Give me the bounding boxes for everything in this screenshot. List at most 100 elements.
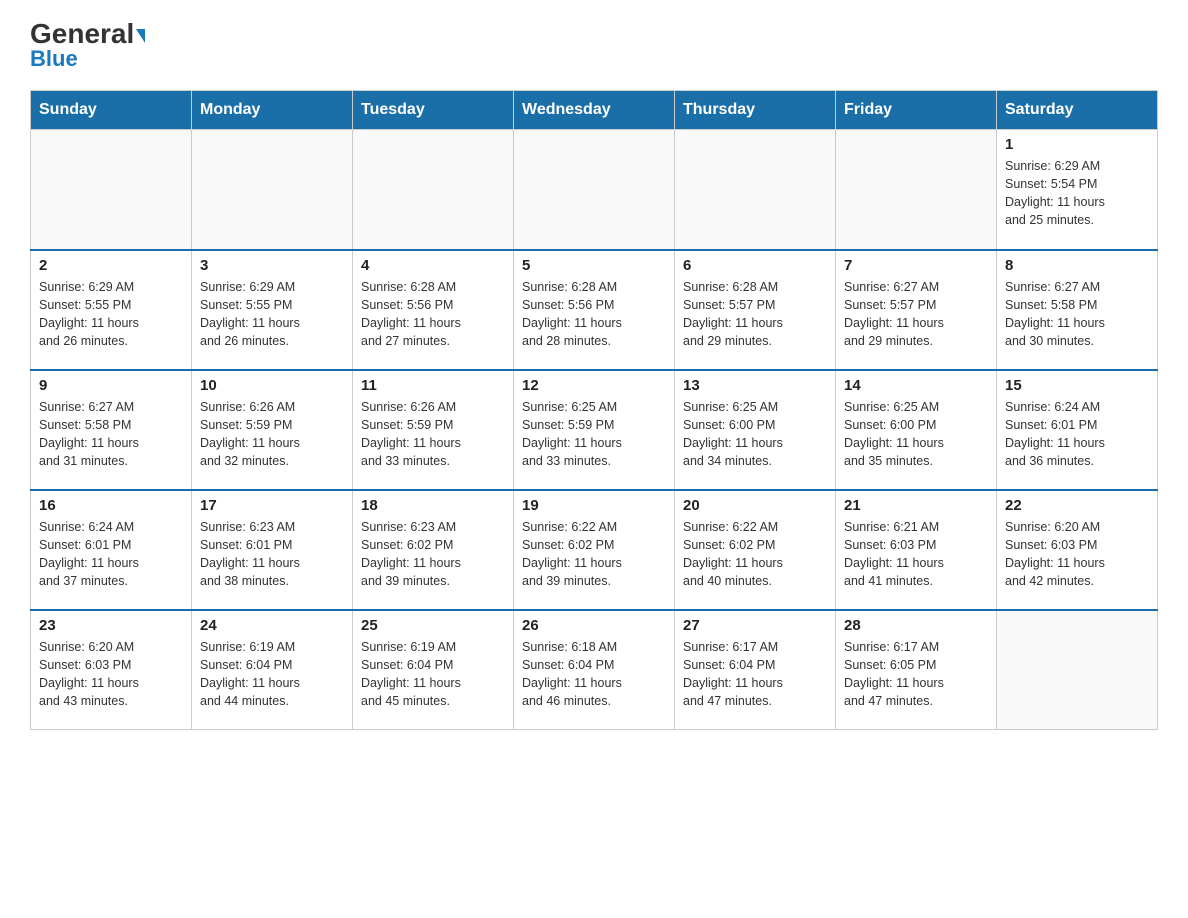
calendar-cell xyxy=(836,130,997,250)
day-info: Sunrise: 6:24 AMSunset: 6:01 PMDaylight:… xyxy=(1005,398,1149,471)
day-info: Sunrise: 6:26 AMSunset: 5:59 PMDaylight:… xyxy=(361,398,505,471)
calendar-cell: 27 Sunrise: 6:17 AMSunset: 6:04 PMDayligh… xyxy=(675,610,836,730)
day-info: Sunrise: 6:19 AMSunset: 6:04 PMDaylight:… xyxy=(361,638,505,711)
day-number: 2 xyxy=(39,257,183,274)
calendar-cell: 17 Sunrise: 6:23 AMSunset: 6:01 PMDayligh… xyxy=(192,490,353,610)
calendar-cell: 24 Sunrise: 6:19 AMSunset: 6:04 PMDayligh… xyxy=(192,610,353,730)
day-number: 6 xyxy=(683,257,827,274)
day-info: Sunrise: 6:22 AMSunset: 6:02 PMDaylight:… xyxy=(683,518,827,591)
calendar-cell: 7Sunrise: 6:27 AMSunset: 5:57 PMDaylight… xyxy=(836,250,997,370)
day-info: Sunrise: 6:27 AMSunset: 5:58 PMDaylight:… xyxy=(39,398,183,471)
calendar-cell: 25 Sunrise: 6:19 AMSunset: 6:04 PMDayligh… xyxy=(353,610,514,730)
day-number: 10 xyxy=(200,377,344,394)
calendar-cell: 16 Sunrise: 6:24 AMSunset: 6:01 PMDayligh… xyxy=(31,490,192,610)
day-info: Sunrise: 6:25 AMSunset: 6:00 PMDaylight:… xyxy=(844,398,988,471)
calendar-cell: 8 Sunrise: 6:27 AMSunset: 5:58 PMDaylight… xyxy=(997,250,1158,370)
calendar-cell: 11 Sunrise: 6:26 AMSunset: 5:59 PMDayligh… xyxy=(353,370,514,490)
day-number: 4 xyxy=(361,257,505,274)
day-number: 3 xyxy=(200,257,344,274)
weekday-header-wednesday: Wednesday xyxy=(514,91,675,130)
logo-general-text: General xyxy=(30,20,145,48)
calendar-cell: 14 Sunrise: 6:25 AMSunset: 6:00 PMDayligh… xyxy=(836,370,997,490)
logo: General Blue xyxy=(30,20,145,72)
day-info: Sunrise: 6:25 AMSunset: 5:59 PMDaylight:… xyxy=(522,398,666,471)
day-info: Sunrise: 6:27 AMSunset: 5:58 PMDaylight:… xyxy=(1005,278,1149,351)
day-number: 15 xyxy=(1005,377,1149,394)
calendar-cell: 19 Sunrise: 6:22 AMSunset: 6:02 PMDayligh… xyxy=(514,490,675,610)
logo-blue-text: Blue xyxy=(30,46,78,72)
page-header: General Blue xyxy=(30,20,1158,72)
day-info: Sunrise: 6:17 AMSunset: 6:04 PMDaylight:… xyxy=(683,638,827,711)
day-info: Sunrise: 6:25 AMSunset: 6:00 PMDaylight:… xyxy=(683,398,827,471)
calendar-cell: 4 Sunrise: 6:28 AMSunset: 5:56 PMDaylight… xyxy=(353,250,514,370)
calendar-cell: 1Sunrise: 6:29 AMSunset: 5:54 PMDaylight… xyxy=(997,130,1158,250)
calendar-cell: 2Sunrise: 6:29 AMSunset: 5:55 PMDaylight… xyxy=(31,250,192,370)
day-number: 19 xyxy=(522,497,666,514)
day-info: Sunrise: 6:28 AMSunset: 5:56 PMDaylight:… xyxy=(361,278,505,351)
calendar-cell: 23 Sunrise: 6:20 AMSunset: 6:03 PMDayligh… xyxy=(31,610,192,730)
calendar-cell: 6 Sunrise: 6:28 AMSunset: 5:57 PMDaylight… xyxy=(675,250,836,370)
calendar-cell xyxy=(31,130,192,250)
day-number: 1 xyxy=(1005,136,1149,153)
day-number: 25 xyxy=(361,617,505,634)
day-number: 18 xyxy=(361,497,505,514)
logo-triangle-icon xyxy=(136,29,145,43)
day-number: 21 xyxy=(844,497,988,514)
day-info: Sunrise: 6:20 AMSunset: 6:03 PMDaylight:… xyxy=(39,638,183,711)
day-info: Sunrise: 6:27 AMSunset: 5:57 PMDaylight:… xyxy=(844,278,988,351)
weekday-header-tuesday: Tuesday xyxy=(353,91,514,130)
day-number: 16 xyxy=(39,497,183,514)
day-number: 22 xyxy=(1005,497,1149,514)
calendar-cell: 28Sunrise: 6:17 AMSunset: 6:05 PMDayligh… xyxy=(836,610,997,730)
calendar-cell xyxy=(192,130,353,250)
day-info: Sunrise: 6:23 AMSunset: 6:01 PMDaylight:… xyxy=(200,518,344,591)
calendar-cell: 3 Sunrise: 6:29 AMSunset: 5:55 PMDaylight… xyxy=(192,250,353,370)
day-number: 20 xyxy=(683,497,827,514)
calendar-cell: 26 Sunrise: 6:18 AMSunset: 6:04 PMDayligh… xyxy=(514,610,675,730)
day-info: Sunrise: 6:18 AMSunset: 6:04 PMDaylight:… xyxy=(522,638,666,711)
day-number: 12 xyxy=(522,377,666,394)
day-number: 13 xyxy=(683,377,827,394)
calendar-week-row: 16 Sunrise: 6:24 AMSunset: 6:01 PMDayligh… xyxy=(31,490,1158,610)
calendar-week-row: 23 Sunrise: 6:20 AMSunset: 6:03 PMDayligh… xyxy=(31,610,1158,730)
day-info: Sunrise: 6:26 AMSunset: 5:59 PMDaylight:… xyxy=(200,398,344,471)
day-info: Sunrise: 6:23 AMSunset: 6:02 PMDaylight:… xyxy=(361,518,505,591)
day-number: 26 xyxy=(522,617,666,634)
calendar-cell: 21 Sunrise: 6:21 AMSunset: 6:03 PMDayligh… xyxy=(836,490,997,610)
calendar-week-row: 1Sunrise: 6:29 AMSunset: 5:54 PMDaylight… xyxy=(31,130,1158,250)
day-info: Sunrise: 6:21 AMSunset: 6:03 PMDaylight:… xyxy=(844,518,988,591)
calendar-cell: 10 Sunrise: 6:26 AMSunset: 5:59 PMDayligh… xyxy=(192,370,353,490)
calendar-cell: 5 Sunrise: 6:28 AMSunset: 5:56 PMDaylight… xyxy=(514,250,675,370)
day-number: 11 xyxy=(361,377,505,394)
weekday-header-monday: Monday xyxy=(192,91,353,130)
day-info: Sunrise: 6:29 AMSunset: 5:55 PMDaylight:… xyxy=(200,278,344,351)
day-info: Sunrise: 6:24 AMSunset: 6:01 PMDaylight:… xyxy=(39,518,183,591)
day-number: 17 xyxy=(200,497,344,514)
calendar-cell xyxy=(353,130,514,250)
weekday-header-friday: Friday xyxy=(836,91,997,130)
calendar-cell: 9Sunrise: 6:27 AMSunset: 5:58 PMDaylight… xyxy=(31,370,192,490)
day-number: 27 xyxy=(683,617,827,634)
calendar-cell xyxy=(675,130,836,250)
day-number: 8 xyxy=(1005,257,1149,274)
day-info: Sunrise: 6:28 AMSunset: 5:57 PMDaylight:… xyxy=(683,278,827,351)
calendar-cell xyxy=(514,130,675,250)
day-info: Sunrise: 6:19 AMSunset: 6:04 PMDaylight:… xyxy=(200,638,344,711)
day-info: Sunrise: 6:17 AMSunset: 6:05 PMDaylight:… xyxy=(844,638,988,711)
weekday-header-thursday: Thursday xyxy=(675,91,836,130)
weekday-header-saturday: Saturday xyxy=(997,91,1158,130)
day-number: 14 xyxy=(844,377,988,394)
calendar-cell: 13 Sunrise: 6:25 AMSunset: 6:00 PMDayligh… xyxy=(675,370,836,490)
calendar-table: SundayMondayTuesdayWednesdayThursdayFrid… xyxy=(30,90,1158,730)
day-number: 24 xyxy=(200,617,344,634)
day-info: Sunrise: 6:28 AMSunset: 5:56 PMDaylight:… xyxy=(522,278,666,351)
calendar-cell: 15 Sunrise: 6:24 AMSunset: 6:01 PMDayligh… xyxy=(997,370,1158,490)
weekday-header-sunday: Sunday xyxy=(31,91,192,130)
day-number: 23 xyxy=(39,617,183,634)
calendar-cell xyxy=(997,610,1158,730)
day-info: Sunrise: 6:20 AMSunset: 6:03 PMDaylight:… xyxy=(1005,518,1149,591)
calendar-cell: 22 Sunrise: 6:20 AMSunset: 6:03 PMDayligh… xyxy=(997,490,1158,610)
day-number: 5 xyxy=(522,257,666,274)
weekday-header-row: SundayMondayTuesdayWednesdayThursdayFrid… xyxy=(31,91,1158,130)
day-info: Sunrise: 6:22 AMSunset: 6:02 PMDaylight:… xyxy=(522,518,666,591)
